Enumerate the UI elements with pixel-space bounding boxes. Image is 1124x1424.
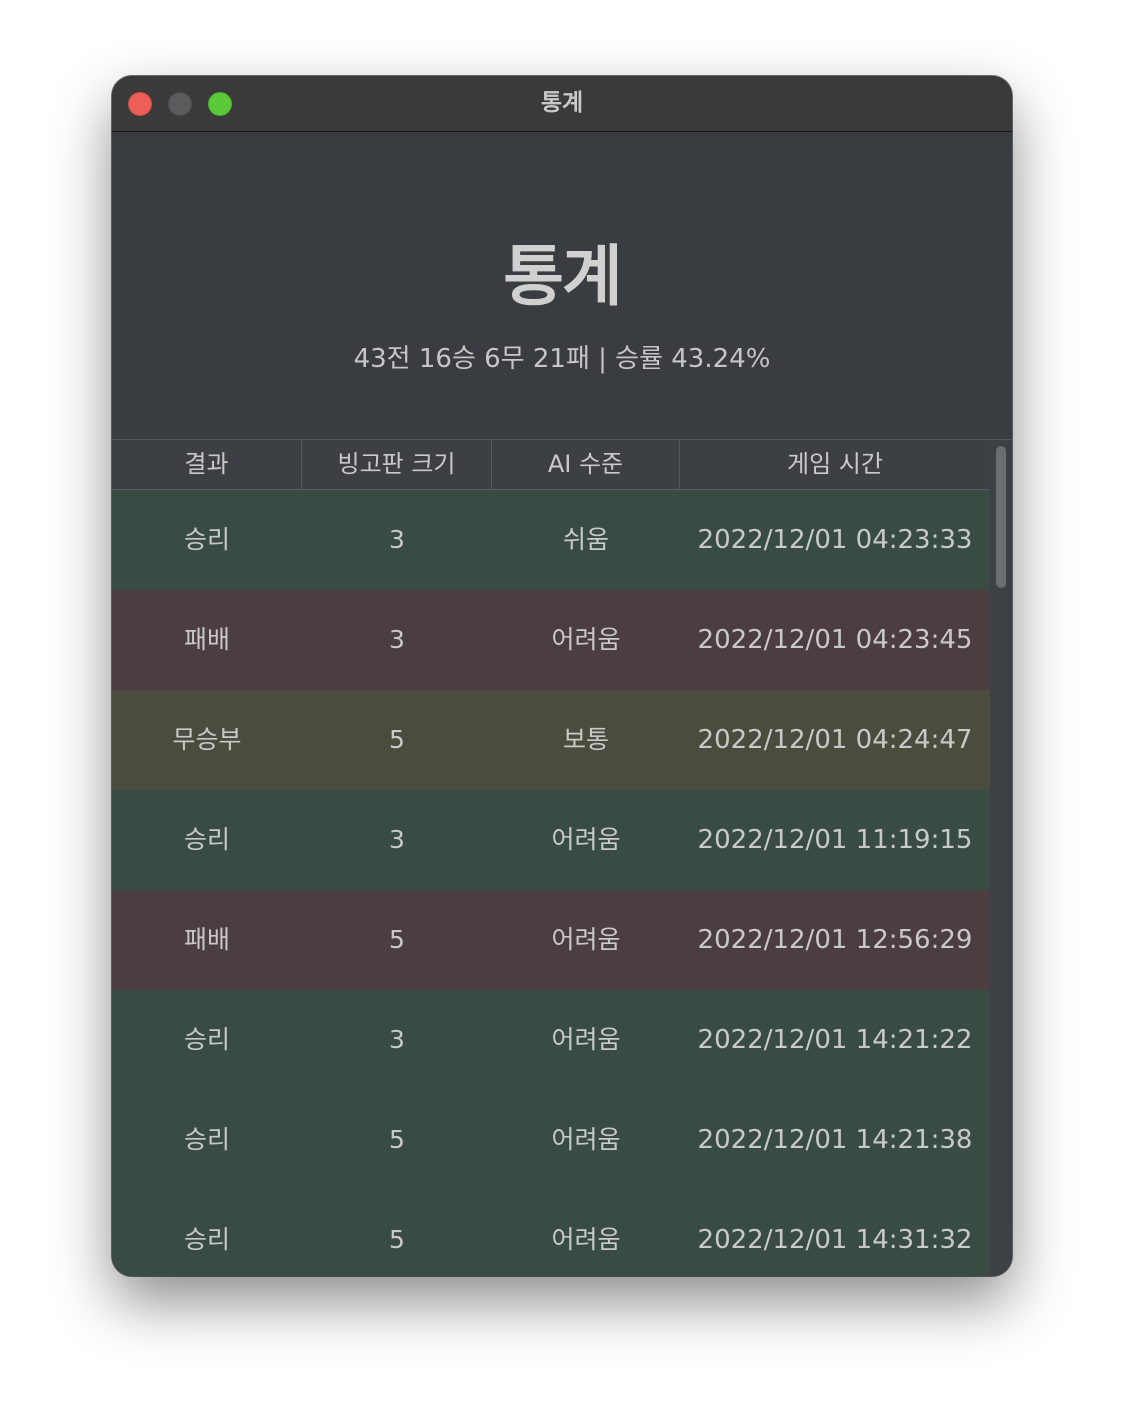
table-row[interactable]: 승리 3 어려움 2022/12/01 14:21:22 xyxy=(112,990,990,1090)
history-table: 결과 빙고판 크기 AI 수준 게임 시간 승리 3 쉬움 2022/12/01 04… xyxy=(112,439,1012,1276)
cell-result: 승리 xyxy=(183,825,230,854)
cell-game-time: 2022/12/01 11:19:15 xyxy=(697,825,973,855)
vertical-scrollbar[interactable] xyxy=(990,440,1012,1276)
cell-result: 승리 xyxy=(183,1225,230,1254)
column-header-board-size[interactable]: 빙고판 크기 xyxy=(302,440,492,489)
window-title: 통계 xyxy=(540,90,584,116)
column-header-result[interactable]: 결과 xyxy=(112,440,302,489)
page-title: 통계 xyxy=(503,238,622,315)
cell-board-size: 3 xyxy=(389,625,405,654)
statistics-window: 통계 통계 43전 16승 6무 21패 | 승률 43.24% 결과 빙고판 … xyxy=(112,76,1012,1276)
stats-summary: 43전 16승 6무 21패 | 승률 43.24% xyxy=(353,344,771,374)
table-row[interactable]: 승리 3 어려움 2022/12/01 11:19:15 xyxy=(112,790,990,890)
cell-ai-level: 어려움 xyxy=(551,1125,621,1154)
table-row[interactable]: 패배 5 어려움 2022/12/01 12:56:29 xyxy=(112,890,990,990)
column-header-game-time[interactable]: 게임 시간 xyxy=(680,440,990,489)
table-row[interactable]: 패배 3 어려움 2022/12/01 04:23:45 xyxy=(112,590,990,690)
cell-board-size: 5 xyxy=(389,1225,405,1254)
cell-board-size: 5 xyxy=(389,925,405,954)
table-header: 결과 빙고판 크기 AI 수준 게임 시간 xyxy=(112,440,990,490)
cell-game-time: 2022/12/01 14:21:38 xyxy=(697,1125,973,1155)
cell-result: 무승부 xyxy=(172,725,242,754)
cell-result: 승리 xyxy=(183,1025,230,1054)
cell-result: 패배 xyxy=(183,925,230,954)
cell-board-size: 3 xyxy=(389,525,405,554)
cell-ai-level: 어려움 xyxy=(551,1225,621,1254)
table-row[interactable]: 승리 5 어려움 2022/12/01 14:31:32 xyxy=(112,1190,990,1276)
scrollbar-thumb[interactable] xyxy=(996,446,1006,588)
cell-board-size: 3 xyxy=(389,825,405,854)
cell-game-time: 2022/12/01 04:24:47 xyxy=(697,725,973,755)
cell-result: 승리 xyxy=(183,1125,230,1154)
cell-game-time: 2022/12/01 04:23:33 xyxy=(697,525,973,555)
cell-ai-level: 어려움 xyxy=(551,1025,621,1054)
title-bar[interactable]: 통계 xyxy=(112,76,1012,132)
cell-board-size: 5 xyxy=(389,1125,405,1154)
table-row[interactable]: 승리 3 쉬움 2022/12/01 04:23:33 xyxy=(112,490,990,590)
cell-result: 승리 xyxy=(183,525,230,554)
cell-ai-level: 어려움 xyxy=(551,825,621,854)
table-row[interactable]: 무승부 5 보통 2022/12/01 04:24:47 xyxy=(112,690,990,790)
cell-ai-level: 어려움 xyxy=(551,625,621,654)
table-row[interactable]: 승리 5 어려움 2022/12/01 14:21:38 xyxy=(112,1090,990,1190)
cell-game-time: 2022/12/01 14:31:32 xyxy=(697,1225,973,1255)
column-header-ai-level[interactable]: AI 수준 xyxy=(492,440,680,489)
cell-board-size: 5 xyxy=(389,725,405,754)
cell-ai-level: 쉬움 xyxy=(562,525,609,554)
cell-ai-level: 어려움 xyxy=(551,925,621,954)
cell-game-time: 2022/12/01 04:23:45 xyxy=(697,625,973,655)
cell-result: 패배 xyxy=(183,625,230,654)
cell-ai-level: 보통 xyxy=(562,725,609,754)
stats-header: 통계 43전 16승 6무 21패 | 승률 43.24% xyxy=(112,133,1012,439)
cell-game-time: 2022/12/01 14:21:22 xyxy=(697,1025,973,1055)
table-body: 승리 3 쉬움 2022/12/01 04:23:33 패배 3 어려움 2022/12/01… xyxy=(112,490,990,1276)
cell-game-time: 2022/12/01 12:56:29 xyxy=(697,925,973,955)
cell-board-size: 3 xyxy=(389,1025,405,1054)
